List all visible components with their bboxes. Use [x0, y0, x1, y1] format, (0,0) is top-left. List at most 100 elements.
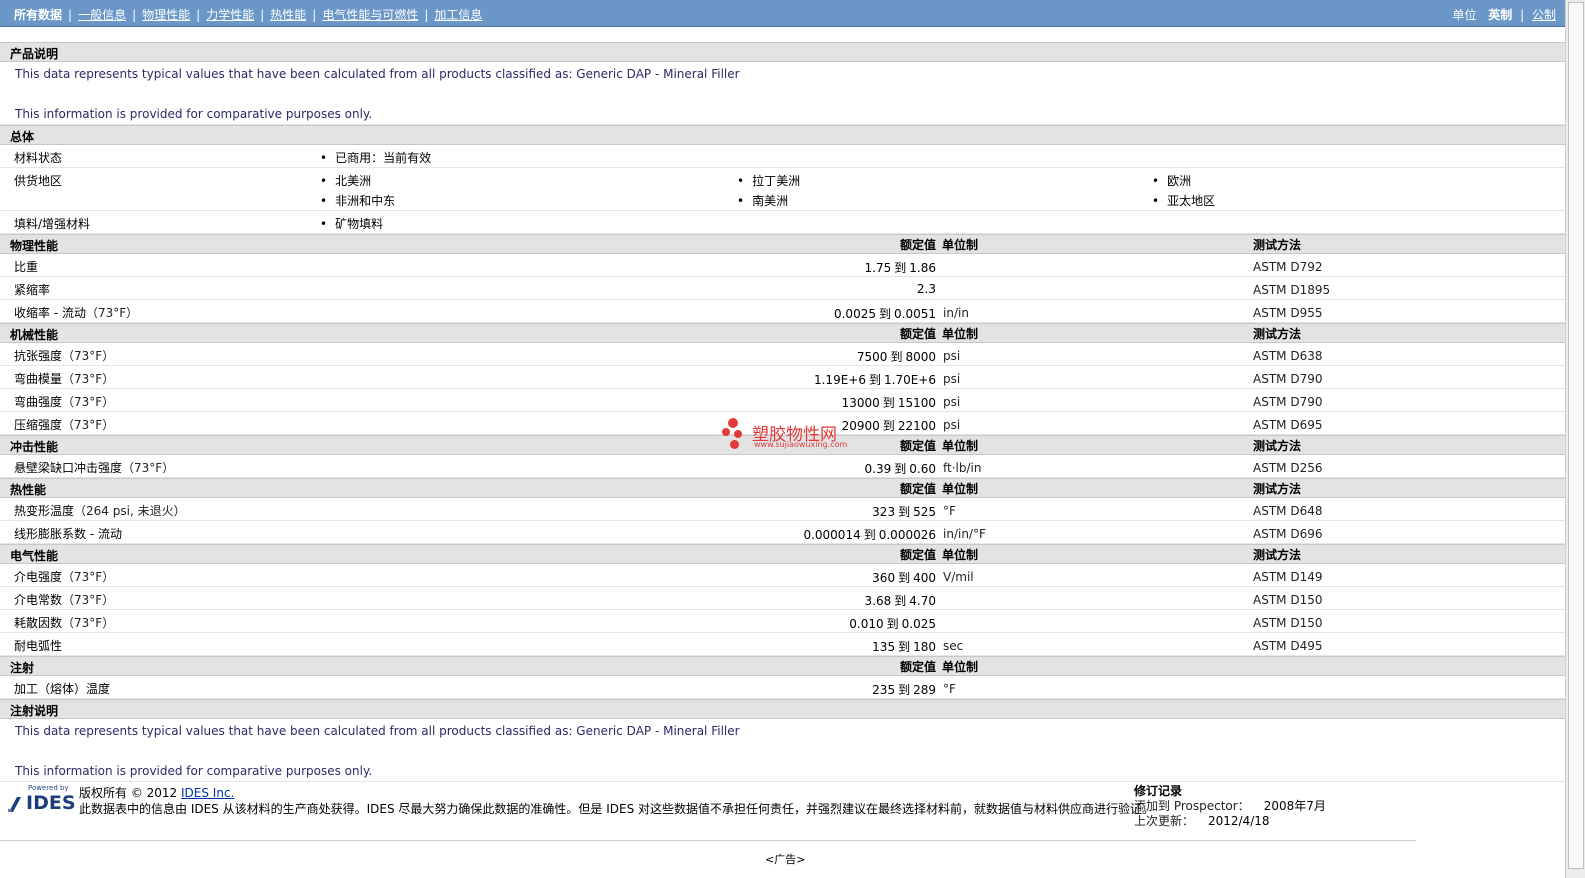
ides-link[interactable]: IDES Inc.	[181, 786, 234, 800]
property-name: 介电常数	[14, 593, 63, 607]
col-header-unit: 单位制	[942, 439, 979, 453]
value-low: 0.010	[849, 617, 884, 631]
range-word: 到	[894, 594, 907, 608]
property-unit: psi	[943, 395, 961, 409]
section-header-injection-desc: 注射说明	[0, 699, 1566, 719]
property-value: 323 到 525	[872, 503, 936, 520]
material-status-label: 材料状态	[14, 151, 63, 165]
vertical-scrollbar[interactable]	[1565, 0, 1585, 878]
property-row: 弯曲模量（73°F） 1.19E+6 到 1.70E+6 psi ASTM D790	[0, 366, 1566, 389]
property-value: 135 到 180	[872, 638, 936, 655]
range-word: 到	[894, 462, 907, 476]
property-row: 比重 1.75 到 1.86 ASTM D792	[0, 254, 1566, 277]
filler-row: 填料/增强材料 矿物填料	[0, 211, 1566, 234]
disclaimer: 此数据表中的信息由 IDES 从该材料的生产商处获得。IDES 尽最大努力确保此…	[79, 802, 1155, 816]
value-low: 1.19E+6	[813, 373, 866, 387]
units-metric-link[interactable]: 公制	[1532, 8, 1556, 22]
nav-tab[interactable]: 一般信息	[78, 8, 126, 22]
section-title: 冲击性能	[10, 440, 59, 454]
test-method: ASTM D695	[1253, 418, 1323, 432]
property-name-cell: 耐电弧性	[14, 637, 62, 654]
scrollbar-thumb[interactable]	[1568, 2, 1584, 869]
property-value: 1.19E+6 到 1.70E+6	[814, 371, 936, 388]
property-row: 介电常数（73°F） 3.68 到 4.70 ASTM D150	[0, 587, 1566, 610]
region-item: 南美洲	[737, 192, 788, 209]
property-value: 3.68 到 4.70	[865, 592, 936, 609]
injection-desc-line2: This information is provided for compara…	[15, 764, 373, 778]
property-unit: °F	[943, 504, 956, 518]
property-row: 介电强度（73°F） 360 到 400 V/mil ASTM D149	[0, 564, 1566, 587]
section-title: 注射	[10, 661, 35, 675]
value-high: 22100	[897, 419, 936, 433]
value-low: 0.000014	[803, 528, 861, 542]
product-desc-block: This data represents typical values that…	[0, 62, 1566, 125]
units-switcher: 单位 英制 | 公制	[1452, 8, 1556, 22]
logo-text: IDES	[26, 792, 76, 814]
property-sections: 物理性能 额定值 单位制 测试方法 比重 1.75 到 1.86 ASTM D792 紧缩率 2.3…	[0, 234, 1566, 699]
property-value: 1.75 到 1.86	[865, 259, 936, 276]
value-low: 13000	[841, 396, 880, 410]
property-row: 弯曲强度（73°F） 13000 到 15100 psi ASTM D790	[0, 389, 1566, 412]
section-header: 热性能 额定值 单位制 测试方法	[0, 478, 1566, 498]
nav-tab[interactable]: 力学性能	[206, 8, 254, 22]
value-high: 0.025	[901, 617, 936, 631]
test-method: ASTM D150	[1253, 616, 1323, 630]
nav-tab[interactable]: 所有数据	[14, 8, 62, 22]
units-english-current: 英制	[1488, 8, 1513, 22]
section-header: 注射 额定值 单位制	[0, 656, 1566, 676]
property-row: 抗张强度（73°F） 7500 到 8000 psi ASTM D638	[0, 343, 1566, 366]
test-method: ASTM D1895	[1253, 283, 1331, 297]
value-high: 15100	[897, 396, 936, 410]
region-item: 北美洲	[320, 172, 371, 189]
property-value: 0.000014 到 0.000026	[803, 526, 936, 543]
property-unit: psi	[943, 349, 961, 363]
property-unit: V/mil	[943, 570, 974, 584]
property-condition: （73°F）	[85, 306, 139, 320]
range-word: 到	[898, 505, 911, 519]
section-title: 产品说明	[10, 47, 59, 61]
property-unit: ft·lb/in	[943, 461, 982, 475]
region-item: 非洲和中东	[320, 192, 395, 209]
col-header-unit: 单位制	[942, 482, 979, 496]
value-high: 0.000026	[878, 528, 936, 542]
property-condition: （73°F）	[62, 372, 115, 386]
revision-title: 修订记录	[1134, 784, 1183, 798]
property-name-cell: 加工（熔体）温度	[14, 680, 110, 697]
test-method: ASTM D150	[1253, 593, 1323, 607]
property-name: 悬壁梁缺口冲击强度	[14, 461, 123, 475]
filler-value: 矿物填料	[320, 215, 383, 232]
section-header: 电气性能 额定值 单位制 测试方法	[0, 544, 1566, 564]
value-high: 8000	[905, 350, 936, 364]
value-low: 7500	[856, 350, 888, 364]
property-name: 耐电弧性	[14, 639, 63, 653]
range-word: 到	[898, 683, 911, 697]
value-low: 20900	[841, 419, 880, 433]
property-value: 0.39 到 0.60	[865, 460, 936, 477]
nav-tab[interactable]: 电气性能与可燃性	[322, 8, 418, 22]
nav-tab[interactable]: 物理性能	[142, 8, 190, 22]
test-method: ASTM D790	[1253, 395, 1323, 409]
nav-tab[interactable]: 加工信息	[434, 8, 482, 22]
datasheet-table: 产品说明 This data represents typical values…	[0, 42, 1566, 782]
value-low: 0.0025	[833, 307, 876, 321]
property-row: 收缩率 - 流动（73°F） 0.0025 到 0.0051 in/in ASTM D95…	[0, 300, 1566, 323]
property-name-cell: 介电常数（73°F）	[14, 591, 114, 608]
property-row: 线形膨胀系数 - 流动 0.000014 到 0.000026 in/in/°F ASTM…	[0, 521, 1566, 544]
updated-label: 上次更新：	[1134, 814, 1195, 828]
test-method: ASTM D638	[1253, 349, 1323, 363]
property-row: 耗散因数（73°F） 0.010 到 0.025 ASTM D150	[0, 610, 1566, 633]
value-low: 323	[872, 505, 896, 519]
region-item: 拉丁美洲	[737, 172, 800, 189]
property-value: 13000 到 15100	[842, 394, 936, 411]
range-word: 到	[886, 617, 899, 631]
range-word: 到	[882, 419, 895, 433]
nav-tab[interactable]: 热性能	[270, 8, 306, 22]
col-header-unit: 单位制	[942, 238, 979, 252]
col-header-value: 额定值	[899, 660, 936, 674]
section-header-general: 总体	[0, 125, 1566, 145]
range-word: 到	[898, 571, 911, 585]
section-title: 总体	[10, 130, 35, 144]
ides-logo[interactable]: Powered by IDES	[8, 784, 76, 816]
property-name: 比重	[14, 260, 39, 274]
property-unit: sec	[943, 639, 964, 653]
